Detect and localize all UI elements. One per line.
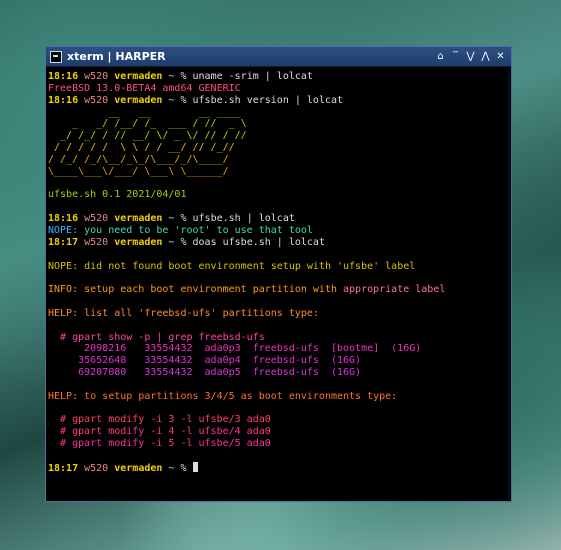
terminal-line: / /_/ /_/\__/_\_/\___/_/\____/	[48, 154, 507, 166]
terminal-text: __ __ __ ____	[48, 106, 241, 118]
terminal-text: w520	[84, 236, 115, 248]
terminal-line: # gpart modify -i 4 -l ufsbe/4 ada0	[48, 426, 507, 438]
terminal-text: vermaden	[114, 236, 163, 248]
terminal-line: INFO: setup each boot environment partit…	[48, 284, 507, 296]
terminal-text: w520	[84, 462, 115, 474]
maximize-up-icon[interactable]: ⋀	[479, 50, 492, 63]
shade-button-icon[interactable]: ⌂	[434, 50, 447, 63]
terminal-line: NOPE: you need to be 'root' to use that …	[48, 225, 507, 237]
terminal-line: NOPE: did not found boot environment set…	[48, 261, 507, 273]
terminal-text: vermaden	[114, 71, 163, 82]
terminal-line: 18:16 w520 vermaden ~ % ufsbe.sh version…	[48, 95, 507, 107]
terminal-text: 35652648 33554432 ada0p4 freebsd-ufs (16…	[48, 355, 362, 367]
terminal-text: / / / / / \ \ / / __/ // /_//	[48, 142, 235, 154]
terminal-line: HELP: list all 'freebsd-ufs' partitions …	[48, 308, 507, 320]
terminal-text: ~ % ufsbe.sh | lolcat	[162, 213, 295, 225]
terminal-text: appropriate label	[343, 284, 446, 296]
terminal-text: HELP: list all 'freebsd-ufs' partitions …	[48, 307, 319, 319]
terminal-line: _ _/ /__/ /_ ___ / // _ \	[48, 118, 507, 130]
terminal-text: ~ % doas ufsbe.sh | lolcat	[162, 236, 325, 248]
terminal-text: ~ % ufsbe.sh version | lolcat	[162, 94, 344, 106]
terminal-text: 18:17	[48, 236, 85, 248]
terminal-text: you need to be 'root' to use that tool	[84, 224, 313, 236]
terminal-text: # gpart modify -i 3 -l ufsbe/3 ada0	[48, 414, 271, 426]
minimize-button-icon[interactable]: ‾	[449, 50, 462, 63]
terminal-output[interactable]: 18:16 w520 vermaden ~ % uname -srim | lo…	[48, 71, 507, 499]
terminal-line: __ __ __ ____	[48, 107, 507, 119]
terminal-text: / /_/ /_/\__/_\_/\___/_/\____/	[48, 153, 235, 165]
terminal-text: # gpart modify -i 4 -l ufsbe/4 ada0	[48, 426, 271, 438]
terminal-line: # gpart show -p | grep freebsd-ufs	[48, 332, 507, 344]
xterm-window: xterm | HARPER ⌂ ‾ ⋁ ⋀ ✕ 18:16 w520 verm…	[45, 46, 512, 502]
terminal-text: # gpart modify -i 5 -l ufsbe/5 ada0	[48, 438, 271, 450]
terminal-text: HELP: to setup partitions 3/4/5 as boot …	[48, 390, 398, 402]
terminal-line: # gpart modify -i 3 -l ufsbe/3 ada0	[48, 414, 507, 426]
scrollbar[interactable]	[508, 68, 511, 501]
terminal-text: 18:17	[48, 462, 85, 474]
terminal-line: 18:17 w520 vermaden ~ % doas ufsbe.sh | …	[48, 237, 507, 249]
terminal-text: w520	[84, 71, 115, 82]
terminal-text: ~ % uname -srim | lolcat	[162, 71, 313, 82]
terminal-text: 18:16	[48, 213, 85, 225]
terminal-line: 18:16 w520 vermaden ~ % uname -srim | lo…	[48, 71, 507, 83]
terminal-text: vermaden	[114, 94, 163, 106]
terminal-line: 18:17 w520 vermaden ~ %	[48, 461, 507, 474]
close-button-icon[interactable]: ✕	[494, 50, 507, 63]
terminal-line: \____\___\/___/ \___\ \______/	[48, 166, 507, 178]
terminal-text: w520	[84, 213, 115, 225]
window-title: xterm | HARPER	[67, 50, 166, 63]
terminal-line: ufsbe.sh 0.1 2021/04/01	[48, 189, 507, 201]
terminal-text: vermaden	[114, 462, 163, 474]
terminal-line: 35652648 33554432 ada0p4 freebsd-ufs (16…	[48, 355, 507, 367]
terminal-line: 18:16 w520 vermaden ~ % ufsbe.sh | lolca…	[48, 213, 507, 225]
terminal-text: NOPE:	[48, 224, 85, 236]
terminal-line: 2098216 33554432 ada0p3 freebsd-ufs [boo…	[48, 343, 507, 355]
terminal-text: ~ %	[162, 462, 193, 474]
terminal-text: 18:16	[48, 94, 85, 106]
terminal-text: w520	[84, 94, 115, 106]
window-buttons: ⌂ ‾ ⋁ ⋀ ✕	[434, 50, 507, 63]
terminal-line: 69207080 33554432 ada0p5 freebsd-ufs (16…	[48, 367, 507, 379]
titlebar[interactable]: xterm | HARPER ⌂ ‾ ⋁ ⋀ ✕	[46, 47, 511, 67]
terminal-text: ufsbe.sh 0.1 2021/04/01	[48, 189, 187, 201]
terminal-text: _ _/ /__/ /_ ___ / // _ \	[48, 118, 247, 130]
maximize-down-icon[interactable]: ⋁	[464, 50, 477, 63]
terminal-icon[interactable]	[50, 50, 62, 63]
terminal-text: 2098216 33554432 ada0p3 freebsd-ufs [boo…	[48, 343, 422, 355]
text-cursor	[192, 461, 198, 472]
terminal-line: / / / / / \ \ / / __/ // /_//	[48, 142, 507, 154]
terminal-line: FreeBSD 13.0-BETA4 amd64 GENERIC	[48, 83, 507, 95]
terminal-text: # gpart show -p | grep freebsd-ufs	[48, 331, 265, 343]
terminal-text: vermaden	[114, 213, 163, 225]
terminal-text: INFO: setup each boot environment partit…	[48, 284, 344, 296]
terminal-text: 18:16	[48, 71, 85, 82]
terminal-line: _/ /_/ / // __/ \/ _ \/ // / //	[48, 130, 507, 142]
terminal-text: \____\___\/___/ \___\ \______/	[48, 165, 229, 177]
terminal-text: NOPE: did not found boot environment set…	[48, 260, 416, 272]
terminal-line: # gpart modify -i 5 -l ufsbe/5 ada0	[48, 438, 507, 450]
terminal-text: FreeBSD 13.0-BETA4 amd64 GENERIC	[48, 82, 241, 94]
terminal-line: HELP: to setup partitions 3/4/5 as boot …	[48, 391, 507, 403]
terminal-text: 69207080 33554432 ada0p5 freebsd-ufs (16…	[48, 367, 362, 379]
terminal-text: _/ /_/ / // __/ \/ _ \/ // / //	[48, 130, 247, 142]
